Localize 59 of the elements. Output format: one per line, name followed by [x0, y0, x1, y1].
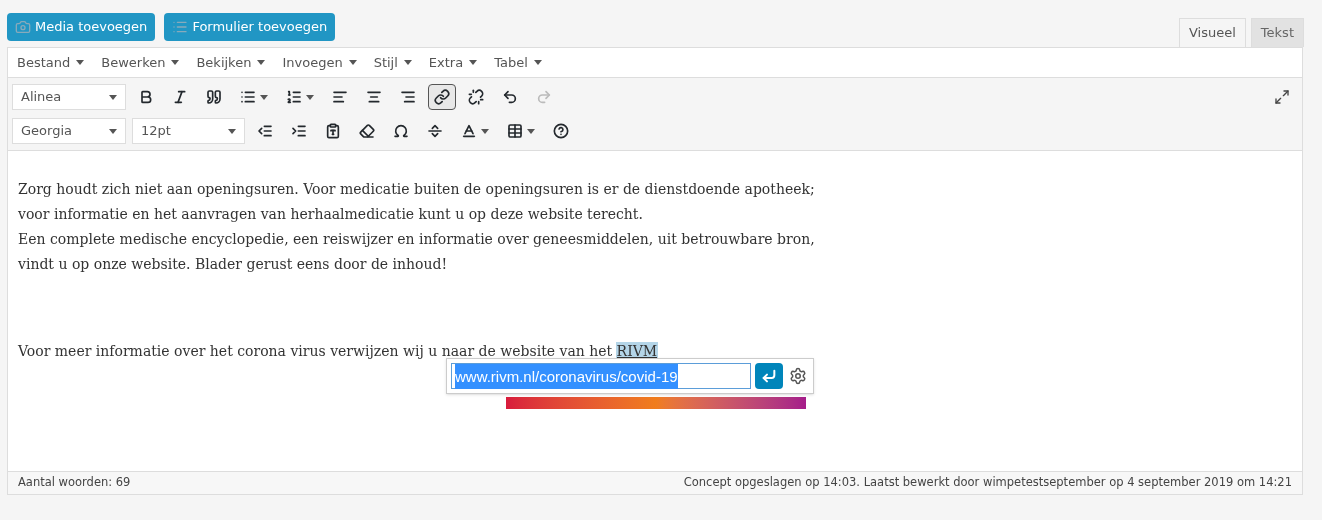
fullscreen-icon — [1274, 89, 1290, 105]
paste-text-icon — [325, 123, 341, 139]
menu-item[interactable]: Extra — [428, 52, 478, 73]
toolbar-button[interactable] — [428, 84, 456, 110]
align-right-icon — [400, 89, 416, 105]
caret-icon — [306, 94, 314, 100]
editor-tab[interactable]: Visueel — [1179, 18, 1246, 47]
unlink-icon — [468, 89, 484, 105]
caret-icon — [348, 60, 357, 65]
paragraph: Voor meer informatie over het corona virus verwijzen wij u naar de website van het RIVM — [18, 342, 658, 361]
undo-icon — [502, 89, 518, 105]
menu-item[interactable]: Invoegen — [282, 52, 357, 73]
menu-item[interactable]: Stijl — [373, 52, 412, 73]
align-center-icon — [366, 89, 382, 105]
caret-icon — [257, 60, 266, 65]
menu-item[interactable]: Bekijken — [196, 52, 266, 73]
redo-icon — [536, 89, 552, 105]
text-color-icon — [461, 123, 477, 139]
table-icon — [507, 123, 523, 139]
paragraph: Zorg houdt zich niet aan openingsuren. Voor medicatie buiten de openingsuren is er de dienstdoende apotheek; voor informatie en het aanvragen van herhaalmedicatie kunt u op deze website terecht. Een complete medische encyclopedie, een reiswijzer en informatie over geneesmiddelen, uit betrouwbare bron, vindt u op onze website. Blader gerust eens door de inhoud! — [18, 180, 816, 274]
format-select[interactable]: 12pt — [132, 118, 245, 144]
quote-icon — [206, 89, 222, 105]
form-icon — [172, 19, 189, 35]
menu-item[interactable]: Tabel — [494, 52, 542, 73]
enter-icon — [761, 368, 777, 384]
read-more-icon — [427, 123, 443, 139]
outdent-icon — [257, 123, 273, 139]
caret-icon — [469, 60, 478, 65]
caret-icon — [109, 94, 117, 100]
caret-icon — [171, 60, 180, 65]
link-icon — [434, 89, 450, 105]
save-status: Concept opgeslagen op 14:03. Laatst bewerkt door wimpetestseptember op 4 september 2019 om 14:21 — [683, 474, 1292, 492]
align-left-icon — [332, 89, 348, 105]
format-select[interactable]: Georgia — [12, 118, 126, 144]
caret-icon — [527, 128, 535, 134]
caret-icon — [109, 128, 117, 134]
bullet-list-icon — [240, 89, 256, 105]
caret-icon — [76, 60, 85, 65]
omega-icon — [393, 123, 409, 139]
help-icon — [553, 123, 569, 139]
caret-icon — [533, 60, 542, 65]
menu-item[interactable]: Bewerken — [101, 52, 180, 73]
menu-item[interactable]: Bestand — [17, 52, 85, 73]
italic-icon — [172, 89, 188, 105]
apply-button[interactable] — [755, 363, 783, 389]
link[interactable]: RIVM — [616, 343, 658, 359]
settings-icon — [789, 367, 807, 385]
eraser-icon — [359, 123, 375, 139]
bold-icon — [138, 89, 154, 105]
caret-icon — [260, 94, 268, 100]
editor-tab[interactable]: Tekst — [1250, 18, 1304, 47]
caret-icon — [403, 60, 412, 65]
caret-icon — [481, 128, 489, 134]
numbered-list-icon — [286, 89, 302, 105]
word-count: Aantal woorden: 69 — [18, 474, 131, 492]
media-icon — [15, 19, 31, 35]
indent-icon — [291, 123, 307, 139]
format-select[interactable]: Alinea — [12, 84, 126, 110]
caret-icon — [228, 128, 236, 134]
